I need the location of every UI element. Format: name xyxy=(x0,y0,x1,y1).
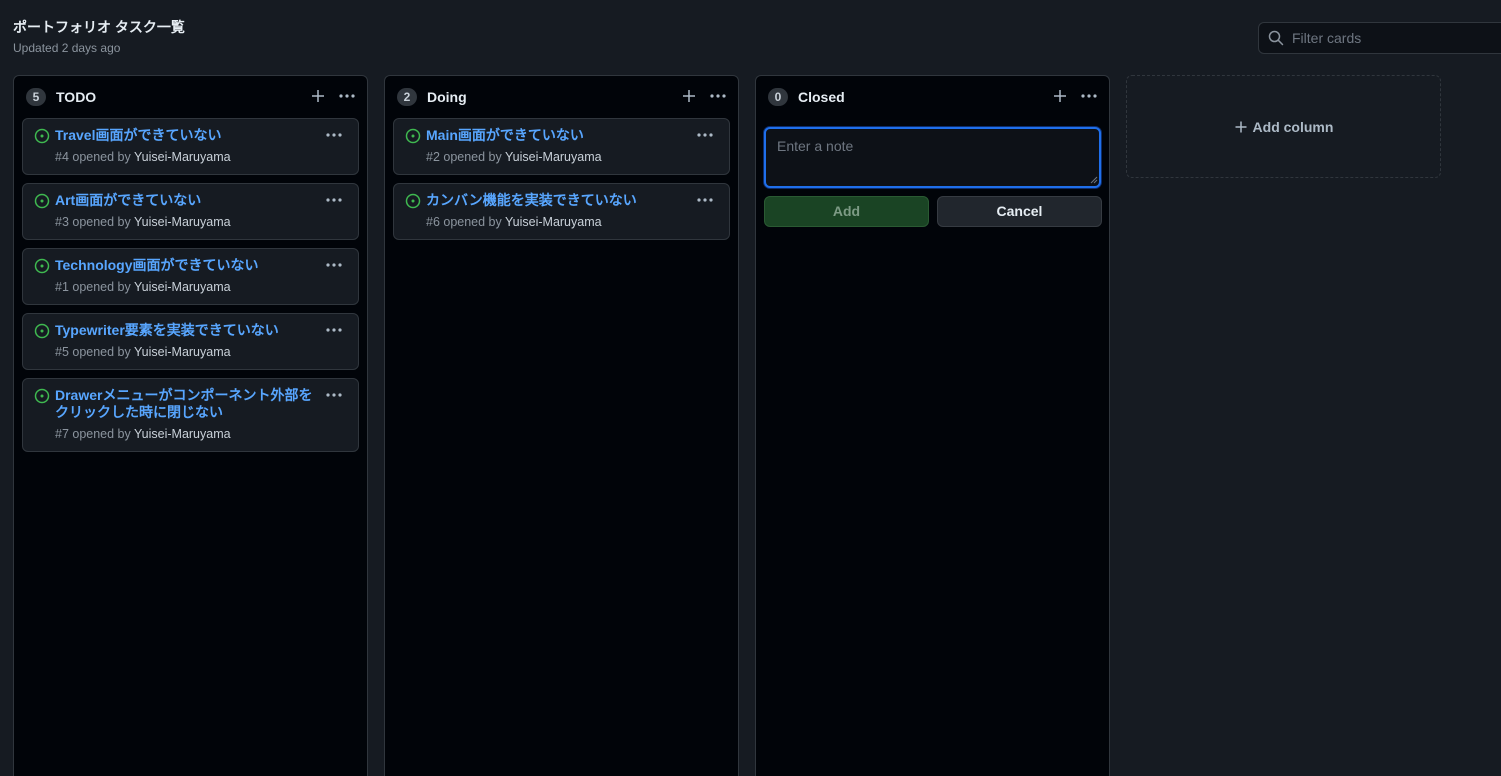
issue-card[interactable]: Typewriter要素を実装できていない #5 opened by Yuise… xyxy=(22,313,359,370)
issue-number-text: #1 opened by xyxy=(55,280,131,294)
issue-number-text: #3 opened by xyxy=(55,215,131,229)
page-header: ポートフォリオ タスク一覧 Updated 2 days ago xyxy=(13,17,185,57)
search-icon xyxy=(1268,30,1284,46)
issue-meta: #7 opened by Yuisei-Maruyama xyxy=(55,426,231,442)
kebab-icon[interactable] xyxy=(324,127,344,143)
issue-title-link[interactable]: Technology画面ができていない xyxy=(55,257,320,274)
issue-opened-icon xyxy=(34,128,50,144)
issue-opened-icon xyxy=(34,193,50,209)
author-link[interactable]: Yuisei-Maruyama xyxy=(134,427,231,441)
issue-meta: #6 opened by Yuisei-Maruyama xyxy=(426,214,602,230)
add-column-label: Add column xyxy=(1252,118,1334,135)
column-title: TODO xyxy=(56,89,97,105)
cancel-button[interactable]: Cancel xyxy=(937,196,1102,227)
issue-opened-icon xyxy=(405,128,421,144)
issue-number-text: #5 opened by xyxy=(55,345,131,359)
issue-opened-icon xyxy=(405,193,421,209)
column-closed: 0 Closed Add Cancel xyxy=(755,75,1110,776)
author-link[interactable]: Yuisei-Maruyama xyxy=(134,215,231,229)
issue-title-link[interactable]: Travel画面ができていない xyxy=(55,127,320,144)
page-title: ポートフォリオ タスク一覧 xyxy=(13,19,185,35)
issue-title-link[interactable]: Typewriter要素を実装できていない xyxy=(55,322,320,339)
issue-number-text: #7 opened by xyxy=(55,427,131,441)
issue-card[interactable]: Drawerメニューがコンポーネント外部をクリックした時に閉じない #7 ope… xyxy=(22,378,359,452)
column-header: 2 Doing xyxy=(385,76,738,118)
issue-number-text: #6 opened by xyxy=(426,215,502,229)
issue-meta: #5 opened by Yuisei-Maruyama xyxy=(55,344,231,360)
card-count-badge: 2 xyxy=(397,88,417,106)
plus-icon xyxy=(1235,121,1247,132)
updated-text: Updated 2 days ago xyxy=(13,41,121,55)
issue-card[interactable]: Main画面ができていない #2 opened by Yuisei-Maruya… xyxy=(393,118,730,175)
author-link[interactable]: Yuisei-Maruyama xyxy=(134,280,231,294)
kebab-icon[interactable] xyxy=(337,86,357,106)
column-title: Doing xyxy=(427,89,467,105)
issue-opened-icon xyxy=(34,323,50,339)
issue-title-link[interactable]: Main画面ができていない xyxy=(426,127,691,144)
add-column-button[interactable]: Add column xyxy=(1126,75,1441,178)
issue-opened-icon xyxy=(34,258,50,274)
kebab-icon[interactable] xyxy=(324,322,344,338)
kebab-icon[interactable] xyxy=(1079,86,1099,106)
kebab-icon[interactable] xyxy=(324,192,344,208)
kebab-icon[interactable] xyxy=(695,192,715,208)
issue-title-link[interactable]: カンバン機能を実装できていない xyxy=(426,192,691,209)
card-count-badge: 0 xyxy=(768,88,788,106)
issue-meta: #1 opened by Yuisei-Maruyama xyxy=(55,279,231,295)
author-link[interactable]: Yuisei-Maruyama xyxy=(134,345,231,359)
column-doing: 2 Doing Main画面ができていない #2 opened by Yuise… xyxy=(384,75,739,776)
kebab-icon[interactable] xyxy=(324,387,344,403)
issue-meta: #2 opened by Yuisei-Maruyama xyxy=(426,149,602,165)
issue-card[interactable]: Technology画面ができていない #1 opened by Yuisei-… xyxy=(22,248,359,305)
issue-title-link[interactable]: Art画面ができていない xyxy=(55,192,320,209)
issue-number-text: #2 opened by xyxy=(426,150,502,164)
issue-number-text: #4 opened by xyxy=(55,150,131,164)
kebab-icon[interactable] xyxy=(695,127,715,143)
issue-title-link[interactable]: Drawerメニューがコンポーネント外部をクリックした時に閉じない xyxy=(55,387,320,421)
issue-card[interactable]: Travel画面ができていない #4 opened by Yuisei-Maru… xyxy=(22,118,359,175)
column-title: Closed xyxy=(798,89,845,105)
author-link[interactable]: Yuisei-Maruyama xyxy=(505,150,602,164)
note-textarea[interactable] xyxy=(764,127,1101,188)
plus-icon[interactable] xyxy=(680,86,698,106)
plus-icon[interactable] xyxy=(1051,86,1069,106)
issue-opened-icon xyxy=(34,388,50,404)
column-header: 0 Closed xyxy=(756,76,1109,118)
column-header: 5 TODO xyxy=(14,76,367,118)
card-count-badge: 5 xyxy=(26,88,46,106)
resize-grip-icon[interactable] xyxy=(1090,176,1098,184)
issue-card[interactable]: Art画面ができていない #3 opened by Yuisei-Maruyam… xyxy=(22,183,359,240)
kebab-icon[interactable] xyxy=(708,86,728,106)
issue-card[interactable]: カンバン機能を実装できていない #6 opened by Yuisei-Maru… xyxy=(393,183,730,240)
kebab-icon[interactable] xyxy=(324,257,344,273)
issue-meta: #4 opened by Yuisei-Maruyama xyxy=(55,149,231,165)
author-link[interactable]: Yuisei-Maruyama xyxy=(505,215,602,229)
author-link[interactable]: Yuisei-Maruyama xyxy=(134,150,231,164)
filter-cards-input[interactable] xyxy=(1292,30,1492,46)
plus-icon[interactable] xyxy=(309,86,327,106)
filter-cards-field[interactable] xyxy=(1258,22,1501,54)
add-note-button[interactable]: Add xyxy=(764,196,929,227)
column-todo: 5 TODO Travel画面ができていない #4 opened by Yuis… xyxy=(13,75,368,776)
issue-meta: #3 opened by Yuisei-Maruyama xyxy=(55,214,231,230)
